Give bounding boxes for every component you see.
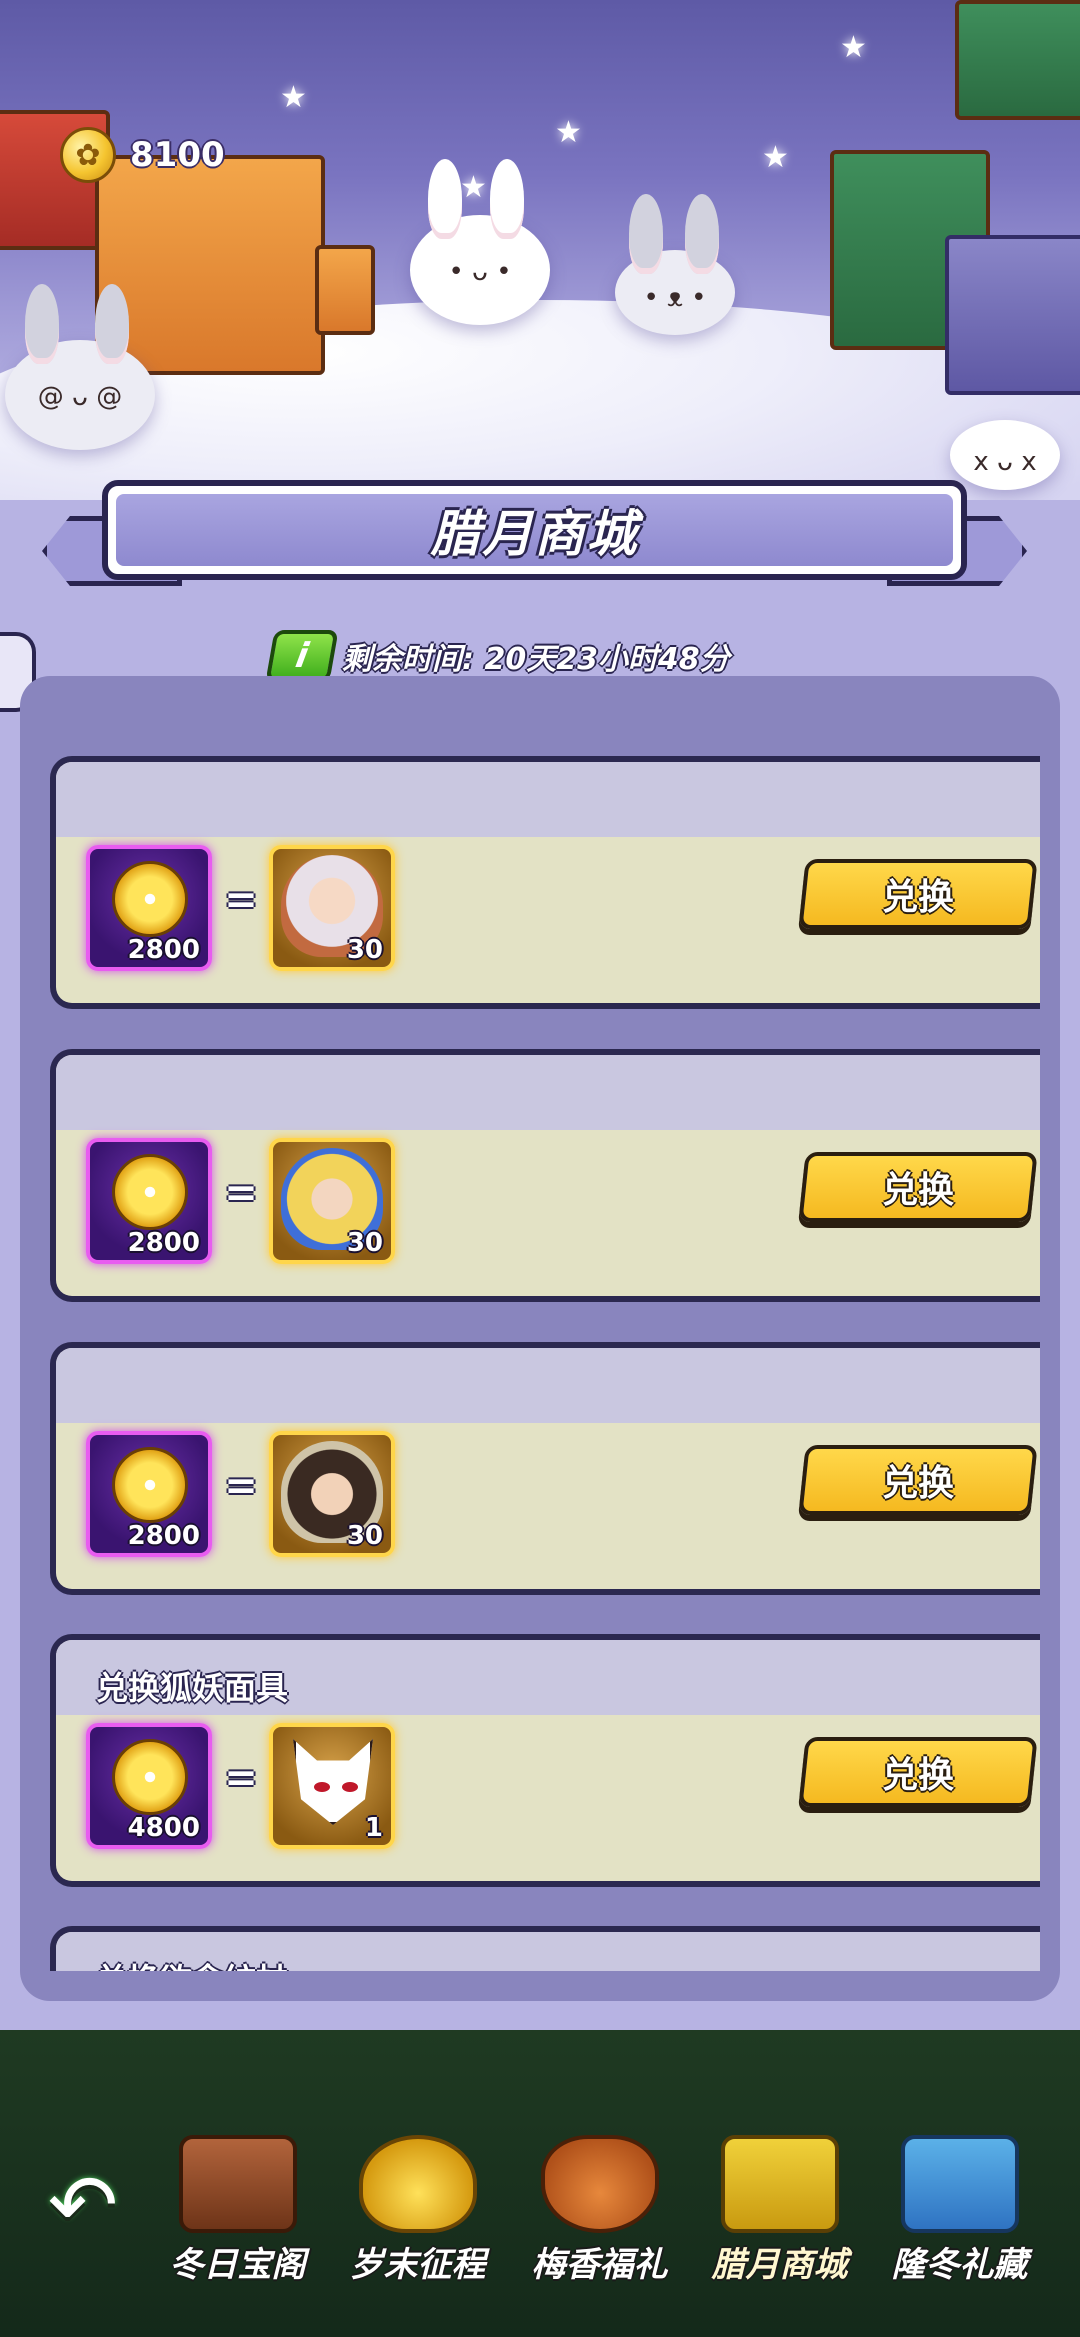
gift-box-image <box>95 155 325 375</box>
remaining-time-text: 剩余时间: 20天23小时48分 <box>342 642 730 677</box>
cost-tile[interactable]: 2800 <box>86 1138 212 1264</box>
gold-ingot-icon <box>358 2135 477 2233</box>
plum-flower-coin-icon <box>112 1447 188 1523</box>
cost-amount: 2800 <box>127 1521 200 1551</box>
reward-tile[interactable]: 30 <box>269 1138 395 1264</box>
tab-winter-treasure[interactable]: 冬日宝阁 <box>150 2135 325 2305</box>
plum-flower-coin-icon: ✿ <box>60 127 116 183</box>
equals-sign: = <box>224 877 258 923</box>
tab-label: 隆冬礼藏 <box>891 2245 1028 2285</box>
star-icon: ★ <box>280 80 307 115</box>
gift-box-image <box>315 245 375 335</box>
list-item: 2800 = 30 兑换 <box>50 1342 1040 1595</box>
tab-lunar-shop[interactable]: 腊月商城 <box>692 2135 867 2305</box>
exchange-button[interactable]: 兑换 <box>798 1152 1038 1222</box>
plum-flower-coin-icon <box>112 861 188 937</box>
tab-label: 梅香福礼 <box>531 2245 668 2285</box>
gift-box-icon <box>900 2135 1019 2233</box>
reward-count: 1 <box>364 1813 383 1843</box>
reward-tile[interactable]: 30 <box>269 1431 395 1557</box>
back-arrow-icon: ↶ <box>47 2156 119 2254</box>
item-title: 兑换欲念纺杖 <box>96 1955 288 1971</box>
reward-tile[interactable]: 1 <box>269 1723 395 1849</box>
bunny-image: • ᴥ • <box>615 194 735 335</box>
tab-plum-blessing[interactable]: 梅香福礼 <box>512 2135 687 2305</box>
star-icon: ★ <box>840 30 867 65</box>
list-item: 兑换狐妖面具 4800 = 1 兑换 <box>50 1634 1040 1887</box>
item-title: 兑换狐妖面具 <box>96 1669 289 1707</box>
reward-count: 30 <box>346 935 383 965</box>
back-button[interactable]: ↶ <box>28 2160 138 2250</box>
title-banner: 腊月商城 <box>42 480 1027 610</box>
treasure-chest-icon <box>178 2135 297 2233</box>
tab-year-end-journey[interactable]: 岁末征程 <box>330 2135 505 2305</box>
page-title: 腊月商城 <box>430 505 639 563</box>
currency-amount: 8100 <box>130 135 225 175</box>
exchange-button-label: 兑换 <box>881 1170 954 1211</box>
star-icon: ★ <box>460 170 487 205</box>
event-scene-background: ★ ★ ★ ★ ★ • ᴗ • • ᴥ • @ ᴗ @ x ᴗ x ✿ 8100 <box>0 0 1080 500</box>
equals-sign: = <box>224 1463 258 1509</box>
gift-box-image <box>945 235 1080 395</box>
cost-amount: 2800 <box>127 1228 200 1258</box>
reward-tile[interactable]: 30 <box>269 845 395 971</box>
exchange-button-label: 兑换 <box>881 1755 954 1796</box>
plum-flower-coin-icon <box>112 1739 188 1815</box>
shop-chest-icon <box>720 2135 839 2233</box>
lucky-bag-icon <box>540 2135 659 2233</box>
tab-label: 冬日宝阁 <box>169 2245 306 2285</box>
exchange-button[interactable]: 兑换 <box>798 1737 1038 1807</box>
list-item: 兑换欲念纺杖 <box>50 1926 1040 1971</box>
list-item: 2800 = 30 兑换 <box>50 1049 1040 1302</box>
star-icon: ★ <box>555 115 582 150</box>
reward-count: 30 <box>346 1228 383 1258</box>
star-icon: ★ <box>762 140 789 175</box>
tab-midwinter-gifts[interactable]: 隆冬礼藏 <box>872 2135 1047 2305</box>
exchange-button[interactable]: 兑换 <box>798 859 1038 929</box>
exchange-button-label: 兑换 <box>881 1463 954 1504</box>
shop-panel: 2800 = 30 兑换 2800 = 30 兑换 2800 = 30 兑换 兑… <box>20 676 1060 2001</box>
gift-box-image <box>955 0 1080 120</box>
exchange-button-label: 兑换 <box>881 877 954 918</box>
cost-amount: 4800 <box>127 1813 200 1843</box>
cost-tile[interactable]: 4800 <box>86 1723 212 1849</box>
cost-tile[interactable]: 2800 <box>86 1431 212 1557</box>
banner-plaque: 腊月商城 <box>102 480 967 580</box>
tab-label: 岁末征程 <box>349 2245 486 2285</box>
plum-flower-coin-icon <box>112 1154 188 1230</box>
bottom-nav: ↶ 冬日宝阁 岁末征程 梅香福礼 腊月商城 隆冬礼藏 <box>0 2030 1080 2337</box>
fox-mask-icon <box>293 1739 373 1825</box>
cost-amount: 2800 <box>127 935 200 965</box>
equals-sign: = <box>224 1755 258 1801</box>
item-list[interactable]: 2800 = 30 兑换 2800 = 30 兑换 2800 = 30 兑换 兑… <box>50 716 1040 1971</box>
info-icon[interactable]: i <box>265 630 339 682</box>
currency-display: ✿ 8100 <box>60 125 225 185</box>
bunny-image: @ ᴗ @ <box>5 284 155 450</box>
tab-label: 腊月商城 <box>711 2245 848 2285</box>
bunny-image: • ᴗ • <box>410 159 550 325</box>
reward-count: 30 <box>346 1521 383 1551</box>
cost-tile[interactable]: 2800 <box>86 845 212 971</box>
equals-sign: = <box>224 1170 258 1216</box>
exchange-button[interactable]: 兑换 <box>798 1445 1038 1515</box>
list-item: 2800 = 30 兑换 <box>50 756 1040 1009</box>
